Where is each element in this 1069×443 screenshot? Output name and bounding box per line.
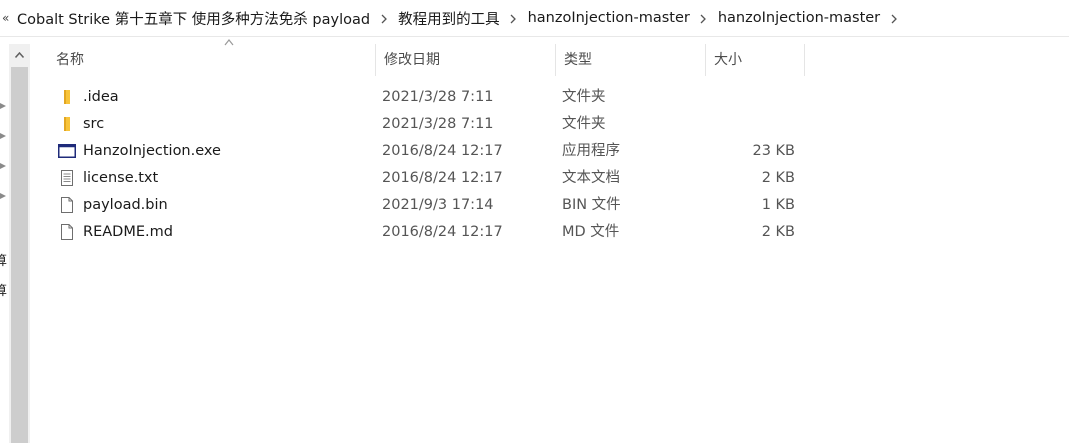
pin-icon[interactable] (0, 102, 8, 110)
column-header-size-label: 大小 (714, 52, 742, 68)
column-header-type[interactable]: 类型 (556, 44, 706, 76)
file-date: 2016/8/24 12:17 (382, 224, 503, 240)
file-date: 2021/3/28 7:11 (382, 89, 494, 105)
file-date: 2021/9/3 17:14 (382, 197, 494, 213)
breadcrumb-item-tools[interactable]: 教程用到的工具 (395, 8, 503, 29)
breadcrumb-item-hanzo-1[interactable]: hanzoInjection-master (525, 10, 693, 26)
file-row-hanzoinjection-exe[interactable]: HanzoInjection.exe 2016/8/24 12:17 应用程序 … (30, 138, 1069, 165)
file-date: 2021/3/28 7:11 (382, 116, 494, 132)
file-name: license.txt (83, 170, 159, 186)
chevron-right-icon[interactable] (883, 11, 905, 25)
file-row-idea[interactable]: .idea 2021/3/28 7:11 文件夹 (30, 84, 1069, 111)
column-header-name-label: 名称 (56, 52, 84, 68)
file-size (704, 84, 795, 111)
breadcrumb-item-cobalt-strike[interactable]: Cobalt Strike 第十五章下 使用多种方法免杀 payload (14, 8, 373, 29)
file-type: 文件夹 (562, 116, 606, 132)
application-icon (58, 144, 76, 158)
file-type: MD 文件 (562, 224, 620, 240)
file-date: 2016/8/24 12:17 (382, 170, 503, 186)
breadcrumb: « Cobalt Strike 第十五章下 使用多种方法免杀 payload 教… (0, 0, 1069, 37)
sort-ascending-icon (224, 39, 234, 46)
column-header-date-label: 修改日期 (384, 52, 440, 68)
file-size: 23 KB (752, 143, 795, 159)
scroll-up-arrow-icon[interactable] (9, 44, 30, 65)
chevron-right-icon[interactable] (503, 11, 525, 25)
file-type: 文件夹 (562, 89, 606, 105)
file-row-license-txt[interactable]: license.txt 2016/8/24 12:17 文本文档 2 KB (30, 165, 1069, 192)
scrollbar-thumb[interactable] (11, 67, 28, 443)
file-size (704, 111, 795, 138)
nav-item-label[interactable]: 算 (0, 250, 7, 269)
breadcrumb-item-hanzo-2[interactable]: hanzoInjection-master (715, 10, 883, 26)
chevron-right-icon[interactable] (373, 11, 395, 25)
file-list: .idea 2021/3/28 7:11 文件夹 src 2021/3/28 7… (30, 84, 1069, 246)
breadcrumb-overflow-icon[interactable]: « (0, 11, 14, 25)
file-icon (61, 197, 73, 213)
navigation-pane: 算 算 (0, 44, 9, 443)
file-row-payload-bin[interactable]: payload.bin 2021/9/3 17:14 BIN 文件 1 KB (30, 192, 1069, 219)
pin-icon[interactable] (0, 132, 8, 140)
file-date: 2016/8/24 12:17 (382, 143, 503, 159)
column-header-size[interactable]: 大小 (706, 44, 805, 76)
file-type: 文本文档 (562, 170, 620, 186)
column-header-row: 名称 修改日期 类型 大小 (30, 39, 1069, 76)
file-name: README.md (83, 224, 173, 240)
file-row-src[interactable]: src 2021/3/28 7:11 文件夹 (30, 111, 1069, 138)
vertical-scrollbar[interactable] (9, 44, 30, 443)
column-header-type-label: 类型 (564, 52, 592, 68)
file-name: .idea (83, 89, 119, 105)
nav-item-label[interactable]: 算 (0, 280, 7, 299)
file-size: 1 KB (761, 197, 795, 213)
file-type: 应用程序 (562, 143, 620, 159)
chevron-right-icon[interactable] (693, 11, 715, 25)
file-name: HanzoInjection.exe (83, 143, 221, 159)
file-type: BIN 文件 (562, 197, 621, 213)
pin-icon[interactable] (0, 192, 8, 200)
pin-icon[interactable] (0, 162, 8, 170)
folder-icon (64, 117, 70, 131)
column-header-date[interactable]: 修改日期 (376, 44, 556, 76)
column-header-name[interactable]: 名称 (48, 39, 376, 76)
file-size: 2 KB (761, 170, 795, 186)
file-name: payload.bin (83, 197, 168, 213)
folder-icon (64, 90, 70, 104)
text-document-icon (61, 170, 73, 186)
file-icon (61, 224, 73, 240)
file-name: src (83, 116, 105, 132)
file-row-readme-md[interactable]: README.md 2016/8/24 12:17 MD 文件 2 KB (30, 219, 1069, 246)
file-size: 2 KB (761, 224, 795, 240)
